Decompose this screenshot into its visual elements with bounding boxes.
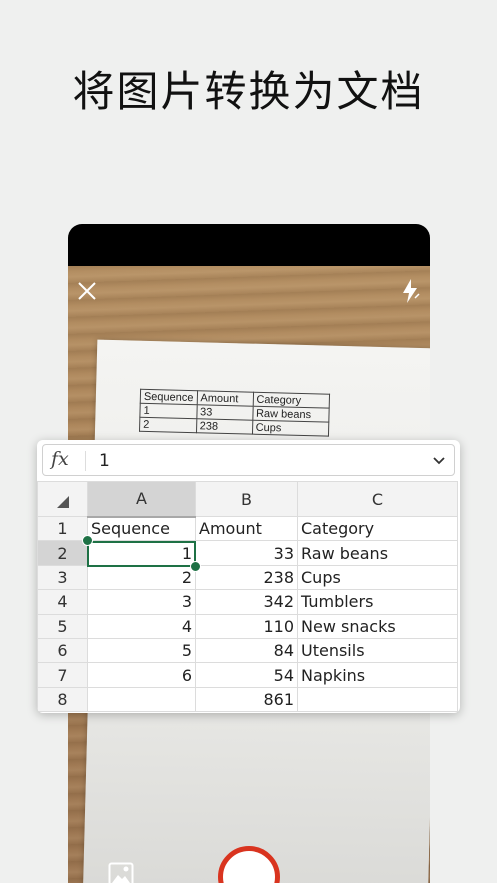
table-row: 6 5 84 Utensils: [37, 637, 458, 664]
cell[interactable]: Napkins: [297, 662, 458, 688]
cell[interactable]: Sequence: [87, 515, 196, 542]
row-header[interactable]: 4: [37, 589, 88, 615]
table-row: 2 1 33 Raw beans: [37, 540, 458, 566]
cell[interactable]: 342: [195, 589, 298, 615]
row-header[interactable]: 8: [37, 686, 88, 713]
cell[interactable]: New snacks: [297, 613, 458, 639]
cell[interactable]: 84: [195, 637, 298, 664]
cell[interactable]: Amount: [195, 515, 298, 542]
image-gallery-icon[interactable]: [108, 862, 134, 883]
cell[interactable]: 3: [87, 589, 196, 615]
cell[interactable]: 110: [195, 613, 298, 639]
table-row: 8 861: [37, 686, 458, 713]
flash-icon[interactable]: [400, 278, 420, 304]
cell-active[interactable]: 1: [87, 540, 196, 566]
cell[interactable]: 33: [195, 540, 298, 566]
column-header-row: A B C: [37, 481, 458, 518]
formula-bar[interactable]: fx 1: [42, 444, 455, 476]
formula-value[interactable]: 1: [99, 451, 110, 471]
paper-cell: Sequence: [140, 389, 198, 405]
paper-cell: 2: [139, 417, 197, 433]
paper-cell: Amount: [196, 390, 254, 407]
cell[interactable]: Utensils: [297, 637, 458, 664]
headline: 将图片转换为文档: [72, 67, 425, 116]
paper-cell: Cups: [252, 420, 329, 437]
paper-cell: 33: [196, 404, 253, 421]
row-header[interactable]: 3: [37, 564, 88, 591]
selection-handle-bottom-right[interactable]: [190, 561, 201, 572]
cell[interactable]: [297, 686, 458, 713]
row-header[interactable]: 2: [37, 540, 88, 566]
cell[interactable]: 861: [195, 686, 298, 713]
column-header-c[interactable]: C: [297, 481, 458, 517]
cell[interactable]: Raw beans: [297, 540, 458, 566]
column-header-a[interactable]: A: [87, 481, 196, 518]
cell[interactable]: 4: [87, 613, 196, 639]
paper-cell: 1: [139, 403, 197, 419]
cell[interactable]: 54: [195, 662, 298, 688]
select-all-icon: [57, 496, 69, 508]
table-row: 5 4 110 New snacks: [37, 613, 458, 639]
row-header[interactable]: 1: [37, 515, 88, 542]
cell[interactable]: [87, 686, 196, 713]
fx-icon: fx: [51, 448, 69, 470]
cell[interactable]: 6: [87, 662, 196, 688]
table-row: 3 2 238 Cups: [37, 564, 458, 591]
paper-table: Sequence Amount Category 1 33 Raw beans …: [139, 389, 330, 437]
cell[interactable]: Tumblers: [297, 589, 458, 615]
spreadsheet-grid: A B C 1 Sequence Amount Category 2 1 33 …: [37, 481, 458, 713]
paper-cell: 238: [196, 418, 253, 435]
row-header[interactable]: 5: [37, 613, 88, 639]
row-header[interactable]: 7: [37, 662, 88, 688]
select-all-corner[interactable]: [37, 481, 88, 517]
table-row: 7 6 54 Napkins: [37, 662, 458, 688]
row-header[interactable]: 6: [37, 637, 88, 664]
selection-handle-top-left[interactable]: [82, 535, 93, 546]
chevron-down-icon[interactable]: [432, 453, 446, 467]
cell[interactable]: Category: [297, 515, 458, 542]
table-row: 1 Sequence Amount Category: [37, 515, 458, 542]
cell[interactable]: Cups: [297, 564, 458, 591]
close-icon[interactable]: [76, 280, 98, 302]
formula-divider: [85, 451, 86, 471]
cell[interactable]: 238: [195, 564, 298, 591]
table-row: 4 3 342 Tumblers: [37, 589, 458, 615]
cell[interactable]: 5: [87, 637, 196, 664]
cell[interactable]: 2: [87, 564, 196, 591]
spreadsheet-preview: fx 1 A B C 1 Sequence Amount Category 2 …: [37, 440, 460, 713]
column-header-b[interactable]: B: [195, 481, 298, 517]
